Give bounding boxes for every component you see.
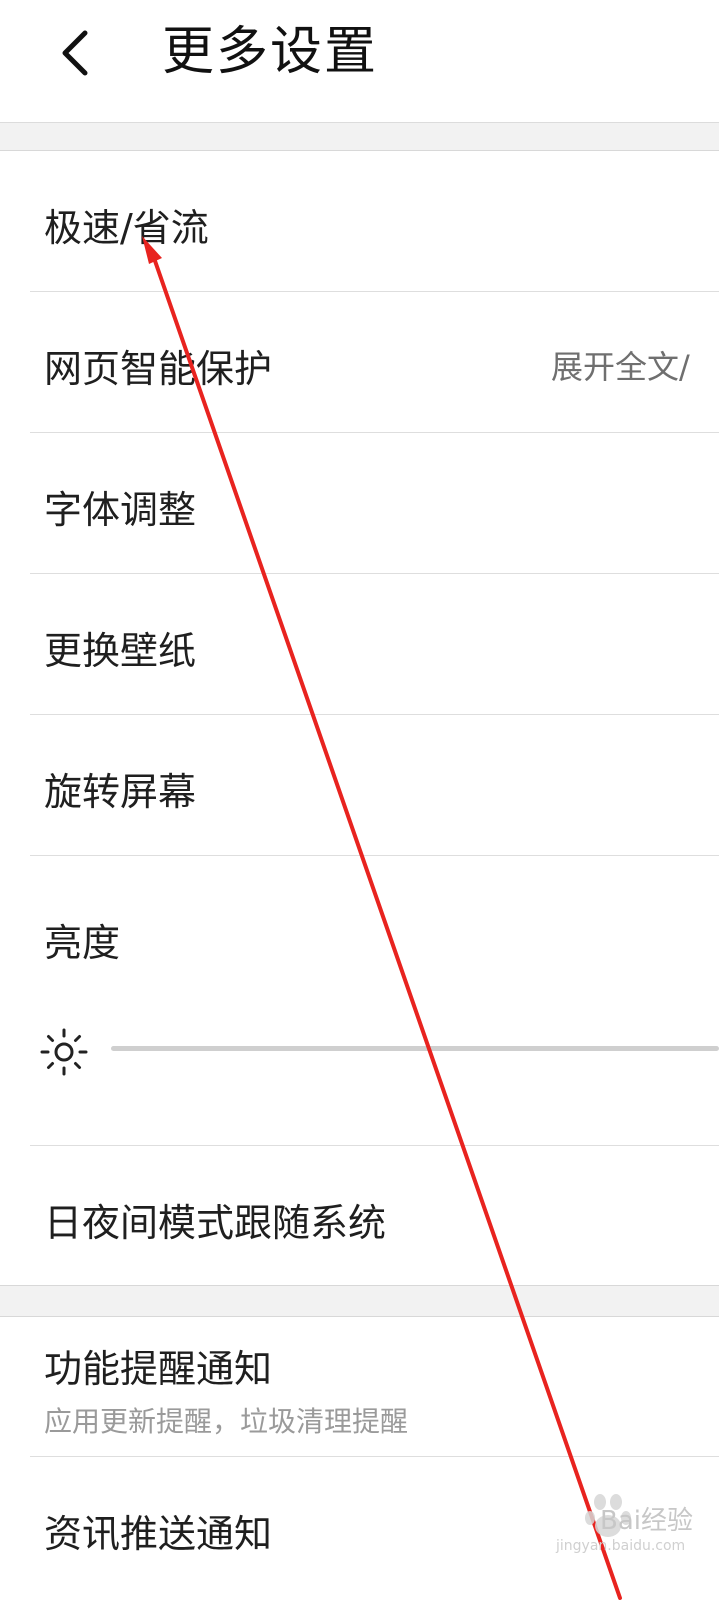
settings-item-label: 极速/省流 <box>44 206 209 250</box>
settings-item-label: 日夜间模式跟随系统 <box>44 1201 387 1245</box>
settings-item-feature-notify[interactable]: 功能提醒通知 应用更新提醒，垃圾清理提醒 <box>0 1316 719 1457</box>
settings-item-label: 资讯推送通知 <box>44 1512 273 1556</box>
back-button[interactable] <box>40 18 110 88</box>
settings-item-label: 亮度 <box>44 921 121 965</box>
chevron-left-icon <box>62 30 88 76</box>
settings-item-web-protection[interactable]: 网页智能保护 展开全文/ <box>0 292 719 433</box>
sun-icon <box>40 1028 88 1076</box>
settings-item-brightness: 亮度 <box>0 856 719 1146</box>
watermark-brand: Bai经验 <box>600 1506 694 1536</box>
settings-item-label: 更换壁纸 <box>44 629 197 673</box>
settings-item-value: 展开全文/ <box>551 348 690 386</box>
settings-item-speed[interactable]: 极速/省流 <box>0 151 719 292</box>
settings-item-subtitle: 应用更新提醒，垃圾清理提醒 <box>44 1405 409 1438</box>
settings-item-rotate[interactable]: 旋转屏幕 <box>0 715 719 856</box>
settings-item-label: 旋转屏幕 <box>44 770 197 814</box>
section-gap <box>0 1285 719 1317</box>
settings-item-font[interactable]: 字体调整 <box>0 433 719 574</box>
settings-item-label: 网页智能保护 <box>44 347 273 391</box>
top-bar: 更多设置 <box>0 0 719 123</box>
section-gap <box>0 123 719 151</box>
settings-item-day-night[interactable]: 日夜间模式跟随系统 <box>0 1146 719 1285</box>
brightness-slider[interactable] <box>111 1046 719 1051</box>
settings-item-wallpaper[interactable]: 更换壁纸 <box>0 574 719 715</box>
page-title: 更多设置 <box>162 22 379 82</box>
settings-item-label: 字体调整 <box>44 488 197 532</box>
settings-item-label: 功能提醒通知 <box>44 1347 273 1391</box>
watermark-url: jingyan.baidu.com <box>556 1538 686 1554</box>
